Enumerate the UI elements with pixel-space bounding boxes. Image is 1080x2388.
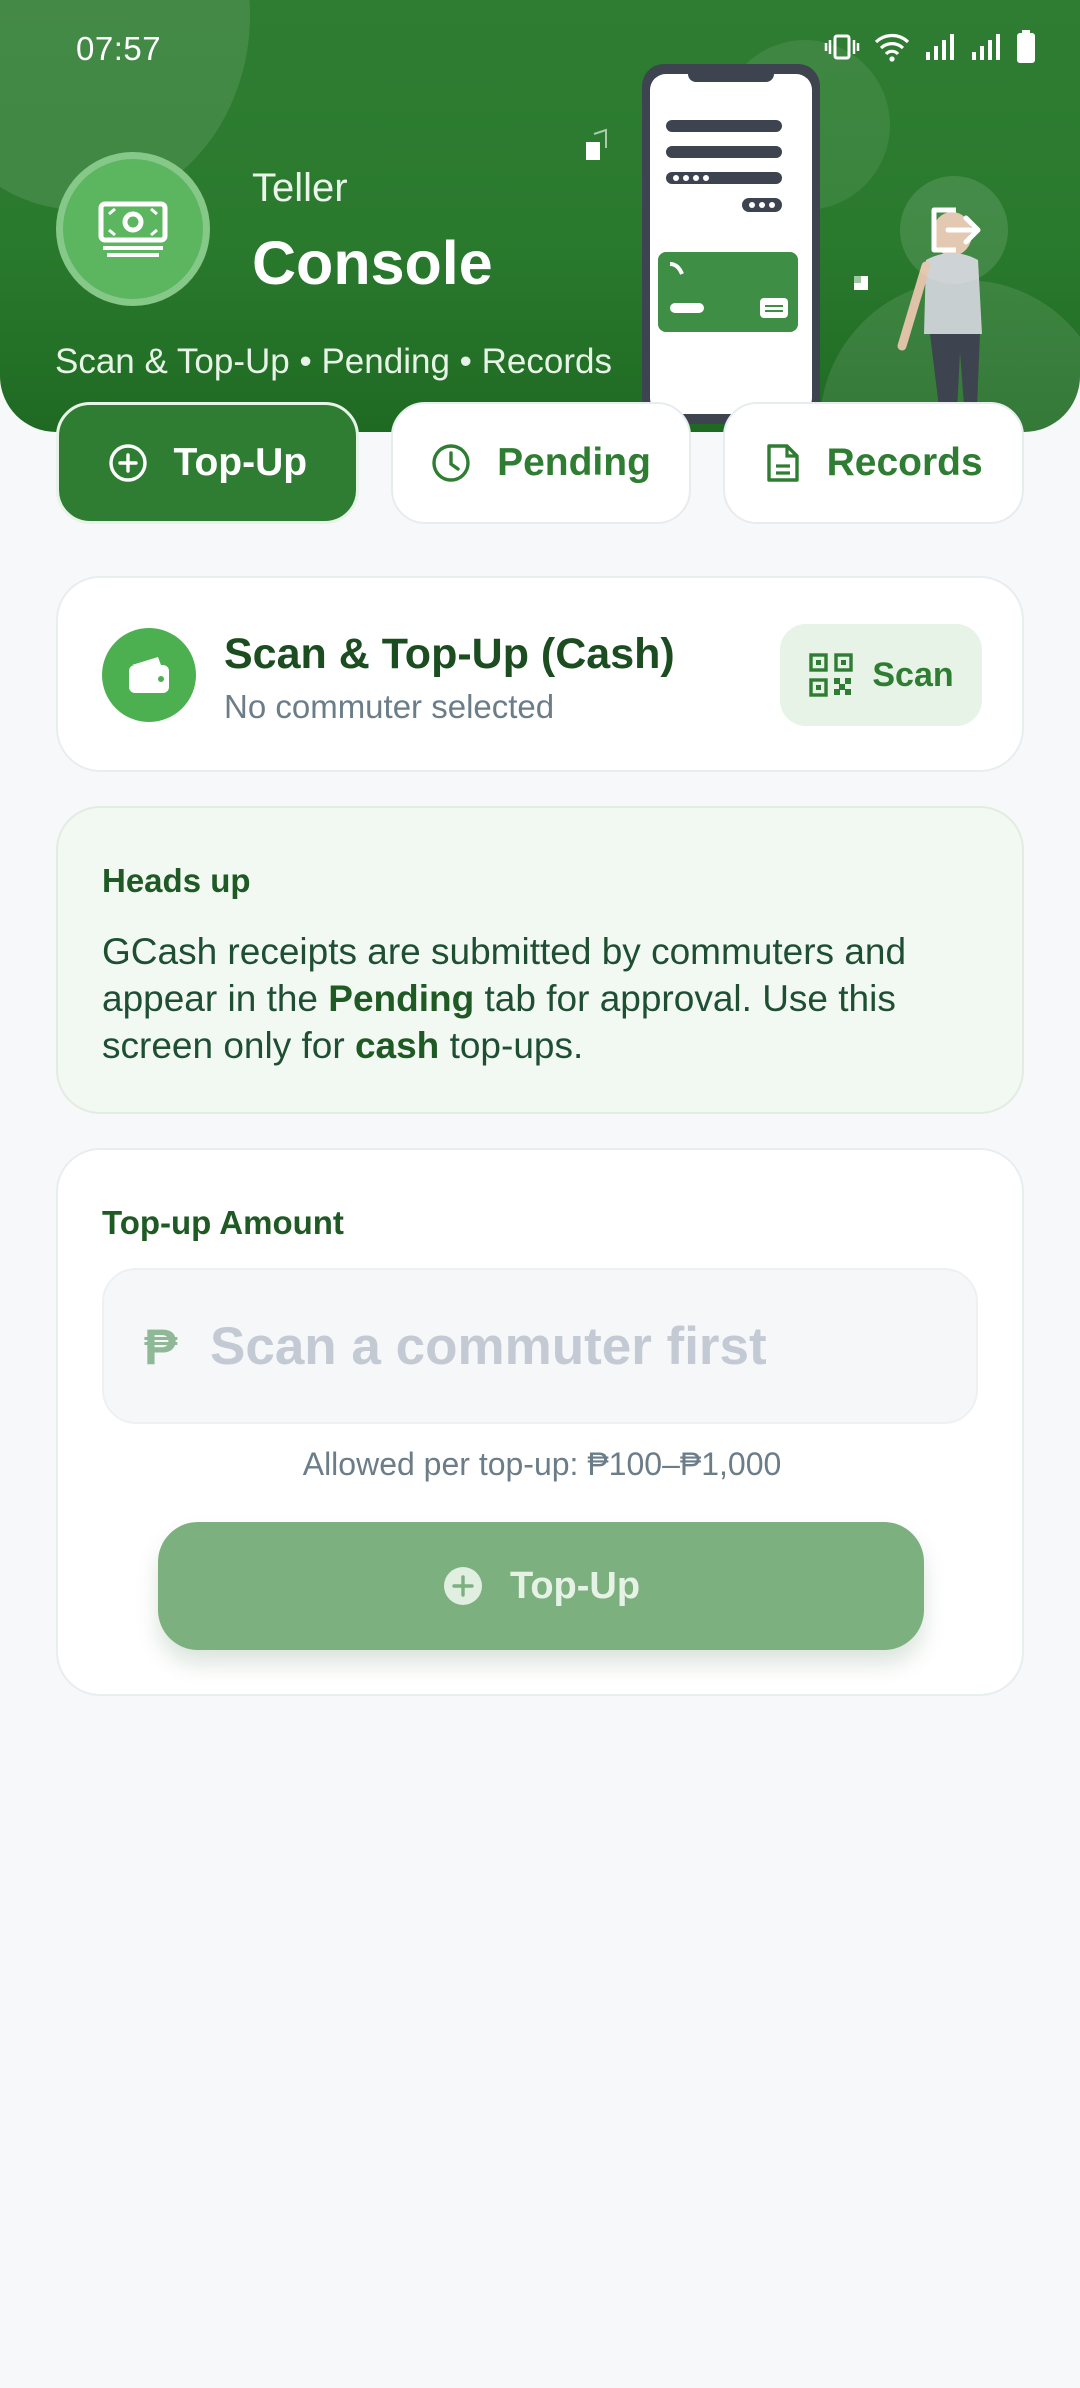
document-icon (766, 444, 799, 482)
wallet-icon (102, 628, 196, 722)
scan-button-label: Scan (872, 655, 954, 694)
top-up-button-label: Top-Up (509, 1564, 641, 1607)
notice-bold-pending: Pending (328, 978, 475, 1019)
tab-pending[interactable]: Pending (390, 402, 692, 524)
peso-sign: ₱ (144, 1319, 178, 1375)
vibrate-icon (824, 34, 860, 60)
scan-card: Scan & Top-Up (Cash) No commuter selecte… (56, 576, 1024, 772)
page-title: Console (252, 229, 493, 297)
plus-circle-icon (443, 1567, 482, 1605)
status-icons (824, 30, 1036, 64)
status-time: 07:57 (76, 30, 162, 67)
heads-up-notice: Heads up GCash receipts are submitted by… (56, 806, 1024, 1114)
selected-commuter-status: No commuter selected (224, 688, 555, 725)
top-up-button[interactable]: Top-Up (158, 1522, 924, 1650)
amount-field[interactable]: ₱ (102, 1268, 978, 1424)
tab-label: Records (826, 441, 983, 484)
signal-icon (926, 34, 954, 60)
top-up-amount-card: Top-up Amount ₱ Allowed per top-up: ₱100… (56, 1148, 1024, 1696)
decor-shape (854, 276, 868, 290)
decor-shape (586, 128, 607, 160)
tab-records[interactable]: Records (723, 402, 1025, 524)
signal-icon (972, 34, 1000, 60)
tab-top-up[interactable]: Top-Up (56, 402, 359, 524)
notice-title: Heads up (102, 862, 251, 899)
tab-label: Pending (497, 441, 651, 484)
clock-icon (432, 444, 470, 482)
logout-icon (931, 207, 981, 253)
cash-icon (98, 201, 168, 257)
avatar (56, 152, 210, 306)
notice-bold-cash: cash (354, 1025, 440, 1066)
amount-label: Top-up Amount (102, 1204, 344, 1241)
scan-card-title: Scan & Top-Up (Cash) (224, 630, 675, 678)
amount-limits-hint: Allowed per top-up: ₱100–₱1,000 (302, 1446, 782, 1482)
notice-text-part: top-ups. (439, 1025, 584, 1066)
phone-illustration (642, 64, 820, 424)
qr-code-icon (809, 653, 854, 697)
notice-text: GCash receipts are submitted by commuter… (102, 928, 992, 1069)
header: 07:57 Teller Console Scan & Top-Up • Pen… (0, 0, 1080, 432)
battery-icon (1017, 30, 1035, 63)
header-subtitle: Scan & Top-Up • Pending • Records (55, 342, 612, 381)
tab-label: Top-Up (173, 441, 308, 484)
header-kicker: Teller (252, 166, 348, 210)
wifi-icon (874, 34, 910, 62)
logout-button[interactable] (900, 176, 1008, 284)
scan-button[interactable]: Scan (780, 624, 982, 726)
amount-input[interactable] (210, 1270, 950, 1422)
plus-circle-icon (108, 444, 147, 482)
tab-bar: Top-Up Pending Records (56, 402, 1025, 524)
